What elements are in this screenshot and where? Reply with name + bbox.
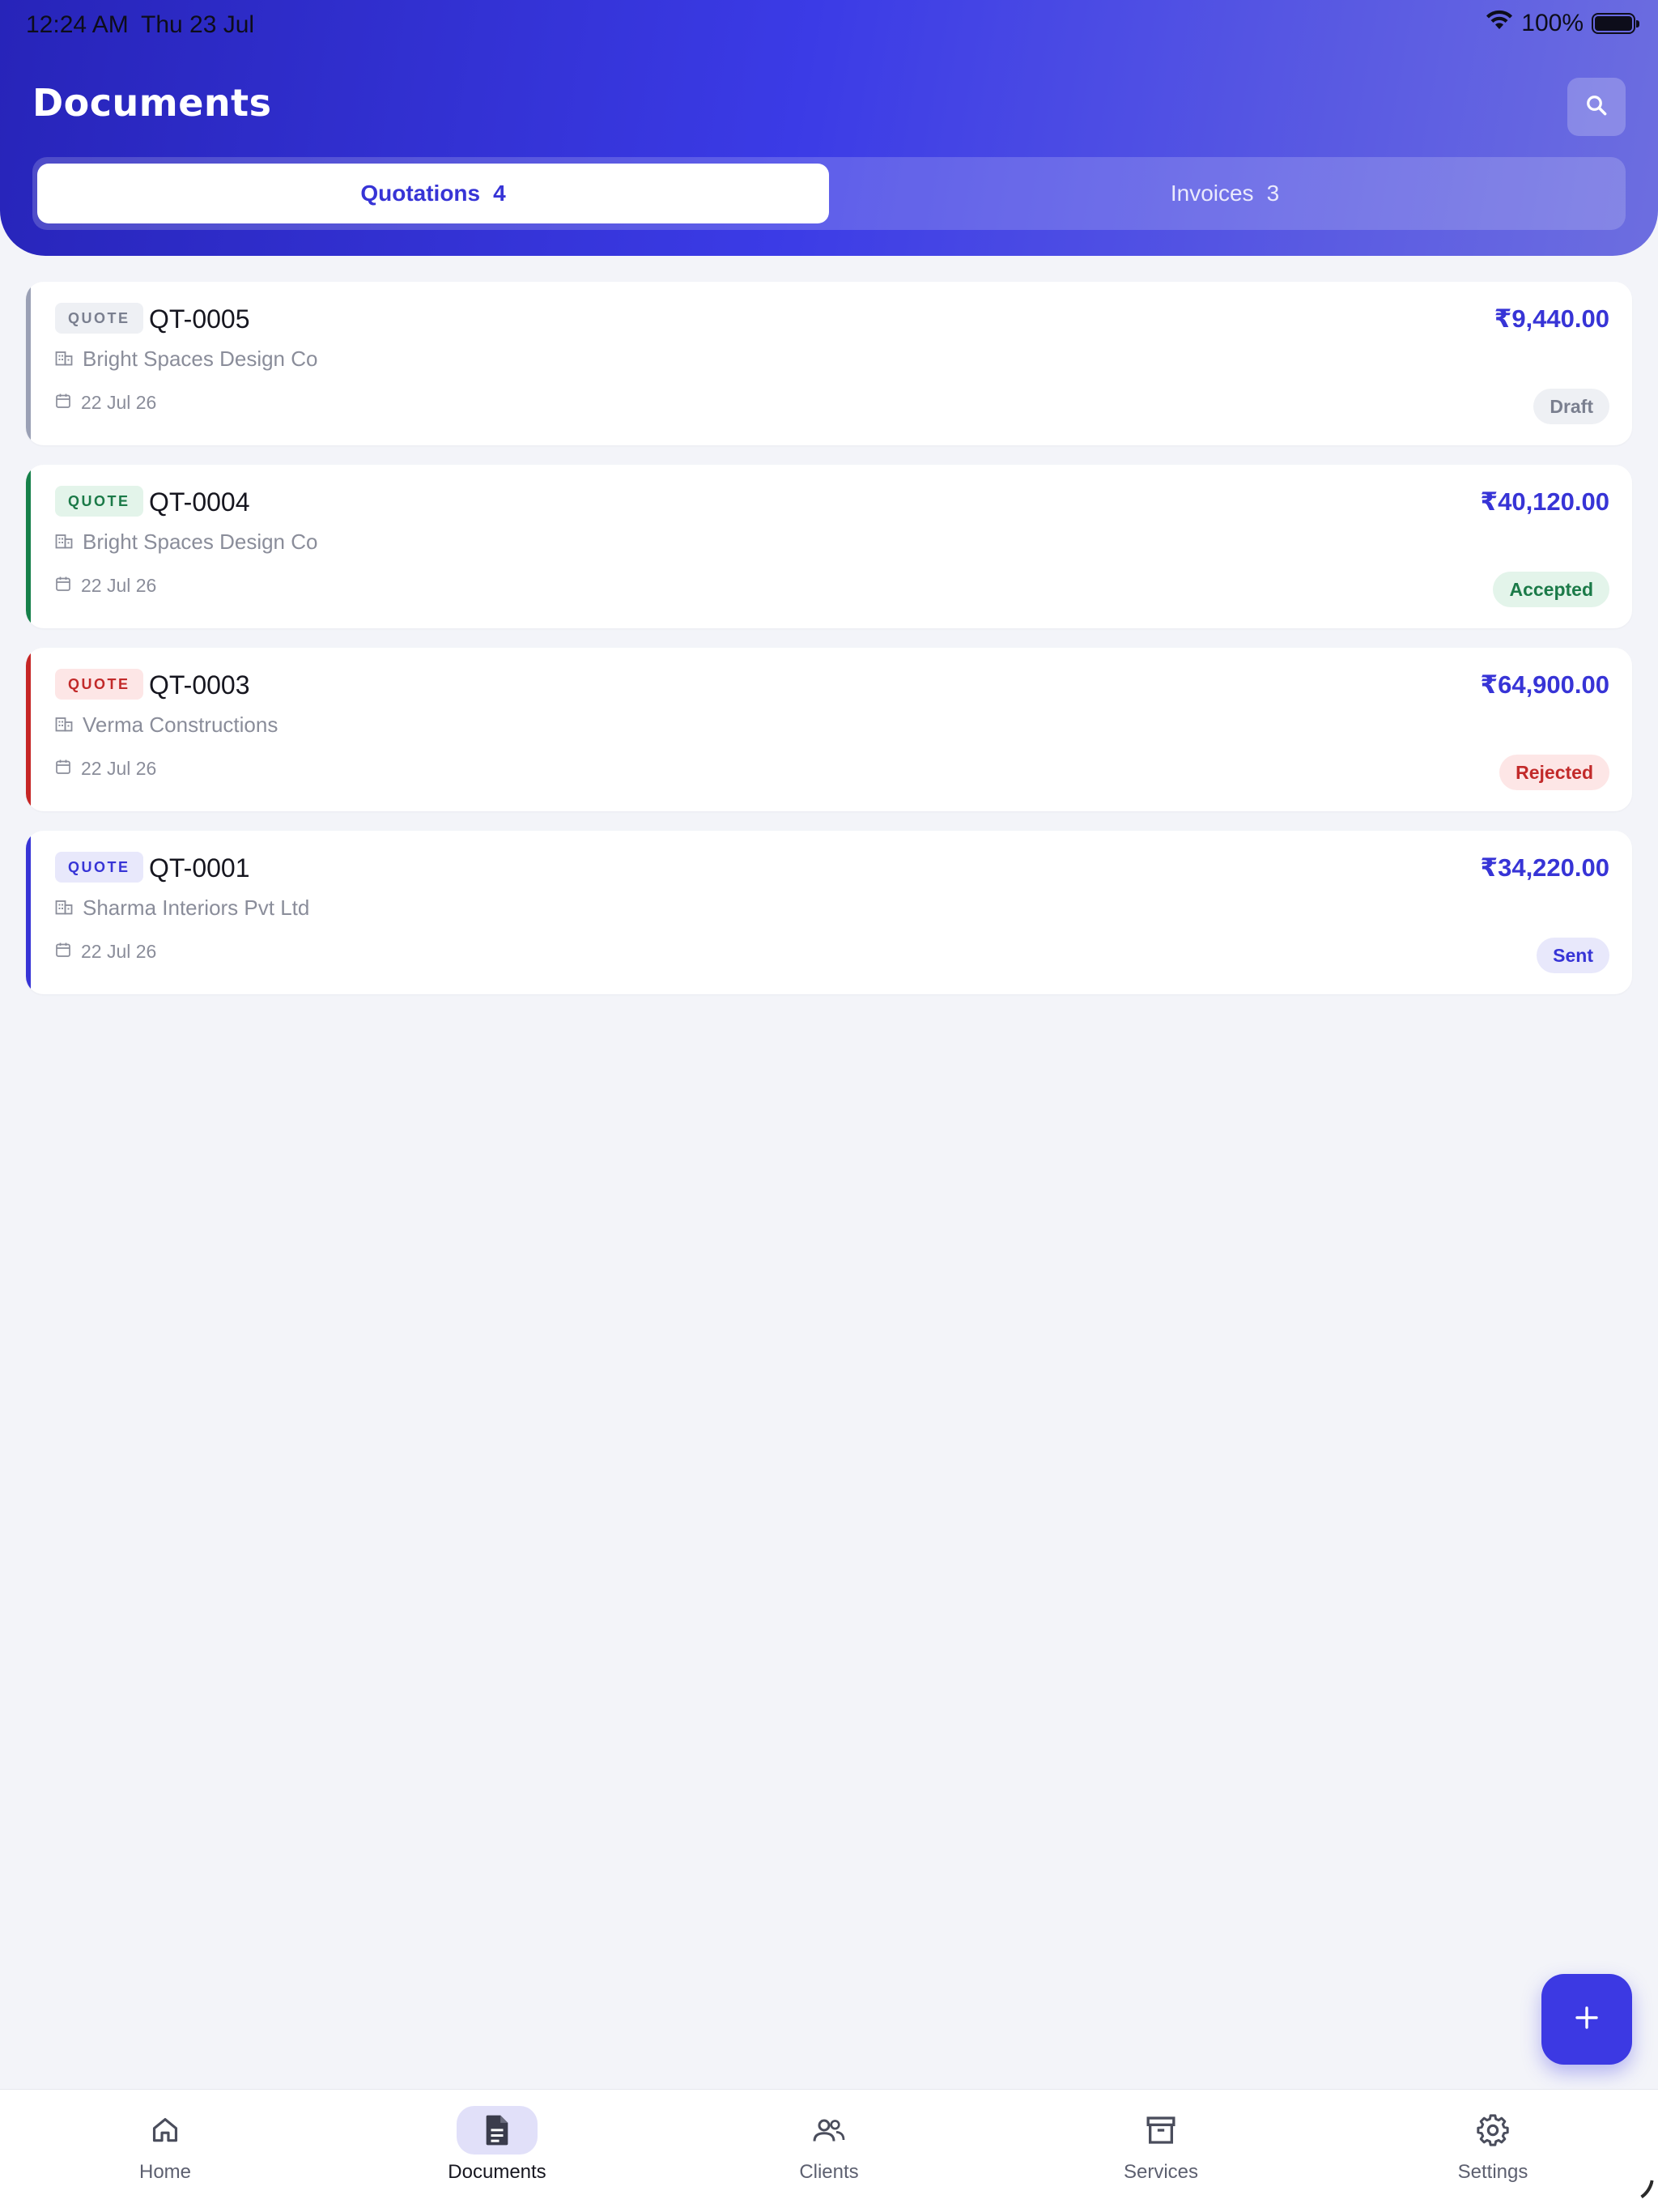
nav-item-services[interactable]: Services — [1039, 2090, 1282, 2212]
client-row: Sharma Interiors Pvt Ltd — [55, 895, 309, 921]
header: 12:24 AM Thu 23 Jul 100% Documents Quota… — [0, 0, 1658, 256]
search-icon — [1584, 93, 1609, 121]
nav-label: Settings — [1457, 2161, 1528, 2183]
nav-label: Clients — [799, 2161, 859, 2183]
building-icon — [55, 347, 73, 372]
document-number: QT-0001 — [149, 853, 250, 883]
search-button[interactable] — [1567, 78, 1626, 136]
status-accent-bar — [26, 282, 31, 445]
calendar-icon — [55, 941, 71, 963]
client-name: Verma Constructions — [83, 713, 278, 737]
document-icon — [457, 2106, 538, 2155]
document-card[interactable]: QUOTE QT-0005 ₹9,440.00 Bright Spaces De… — [26, 282, 1632, 445]
status-accent-bar — [26, 648, 31, 811]
nav-item-home[interactable]: Home — [44, 2090, 287, 2212]
nav-label: Documents — [448, 2161, 546, 2183]
date-row: 22 Jul 26 — [55, 575, 156, 597]
status-accent-bar — [26, 831, 31, 994]
document-card[interactable]: QUOTE QT-0003 ₹64,900.00 Verma Construct… — [26, 648, 1632, 811]
document-number: QT-0005 — [149, 304, 250, 334]
client-row: Bright Spaces Design Co — [55, 347, 317, 372]
status-bar: 12:24 AM Thu 23 Jul 100% — [0, 0, 1658, 52]
status-indicators: 100% — [1486, 10, 1639, 37]
bottom-nav: Home Documents Clients Services Settings — [0, 2089, 1658, 2212]
status-badge: Rejected — [1499, 755, 1609, 790]
date-row: 22 Jul 26 — [55, 758, 156, 780]
page-title: Documents — [32, 81, 272, 125]
client-name: Bright Spaces Design Co — [83, 530, 318, 554]
document-amount: ₹34,220.00 — [1480, 853, 1609, 882]
calendar-icon — [55, 758, 71, 780]
client-name: Bright Spaces Design Co — [83, 347, 318, 371]
gear-icon — [1452, 2106, 1533, 2155]
status-badge: Sent — [1537, 938, 1609, 973]
date-row: 22 Jul 26 — [55, 392, 156, 414]
tab-count: 3 — [1266, 181, 1280, 206]
archive-icon — [1120, 2106, 1201, 2155]
nav-item-settings[interactable]: Settings — [1371, 2090, 1614, 2212]
client-row: Verma Constructions — [55, 713, 278, 738]
nav-label: Services — [1123, 2161, 1199, 2183]
clients-icon — [789, 2106, 869, 2155]
building-icon — [55, 530, 73, 555]
calendar-icon — [55, 575, 71, 597]
document-amount: ₹64,900.00 — [1480, 670, 1609, 699]
tab-label: Quotations — [360, 181, 481, 206]
add-document-button[interactable] — [1541, 1974, 1632, 2065]
building-icon — [55, 713, 73, 738]
document-card[interactable]: QUOTE QT-0001 ₹34,220.00 Sharma Interior… — [26, 831, 1632, 994]
status-badge: Accepted — [1493, 572, 1609, 607]
nav-item-documents[interactable]: Documents — [376, 2090, 619, 2212]
document-date: 22 Jul 26 — [81, 392, 157, 413]
document-date: 22 Jul 26 — [81, 758, 157, 779]
plus-icon — [1573, 2004, 1601, 2035]
document-date: 22 Jul 26 — [81, 941, 157, 962]
home-icon — [125, 2106, 206, 2155]
tab-quotations[interactable]: Quotations 4 — [37, 164, 829, 223]
calendar-icon — [55, 392, 71, 414]
client-row: Bright Spaces Design Co — [55, 530, 317, 555]
status-badge: Draft — [1533, 389, 1609, 424]
document-number: QT-0004 — [149, 487, 250, 517]
tab-invoices[interactable]: Invoices 3 — [829, 164, 1621, 223]
battery-icon — [1592, 13, 1639, 34]
document-type-badge: QUOTE — [55, 303, 143, 334]
document-card[interactable]: QUOTE QT-0004 ₹40,120.00 Bright Spaces D… — [26, 465, 1632, 628]
document-type-tabs: Quotations 4 Invoices 3 — [32, 157, 1626, 230]
wifi-icon — [1486, 10, 1513, 37]
tab-count: 4 — [493, 181, 506, 206]
battery-percent: 100% — [1521, 10, 1584, 36]
date-row: 22 Jul 26 — [55, 941, 156, 963]
document-type-badge: QUOTE — [55, 669, 143, 700]
building-icon — [55, 895, 73, 921]
status-date: Thu 23 Jul — [141, 11, 255, 38]
document-type-badge: QUOTE — [55, 852, 143, 883]
status-accent-bar — [26, 465, 31, 628]
tab-label: Invoices — [1170, 181, 1254, 206]
status-time: 12:24 AM — [26, 11, 129, 38]
nav-item-clients[interactable]: Clients — [708, 2090, 950, 2212]
document-amount: ₹40,120.00 — [1480, 487, 1609, 516]
document-type-badge: QUOTE — [55, 486, 143, 517]
nav-label: Home — [138, 2161, 192, 2183]
client-name: Sharma Interiors Pvt Ltd — [83, 895, 310, 920]
document-amount: ₹9,440.00 — [1494, 304, 1609, 333]
document-date: 22 Jul 26 — [81, 575, 157, 596]
document-number: QT-0003 — [149, 670, 250, 700]
